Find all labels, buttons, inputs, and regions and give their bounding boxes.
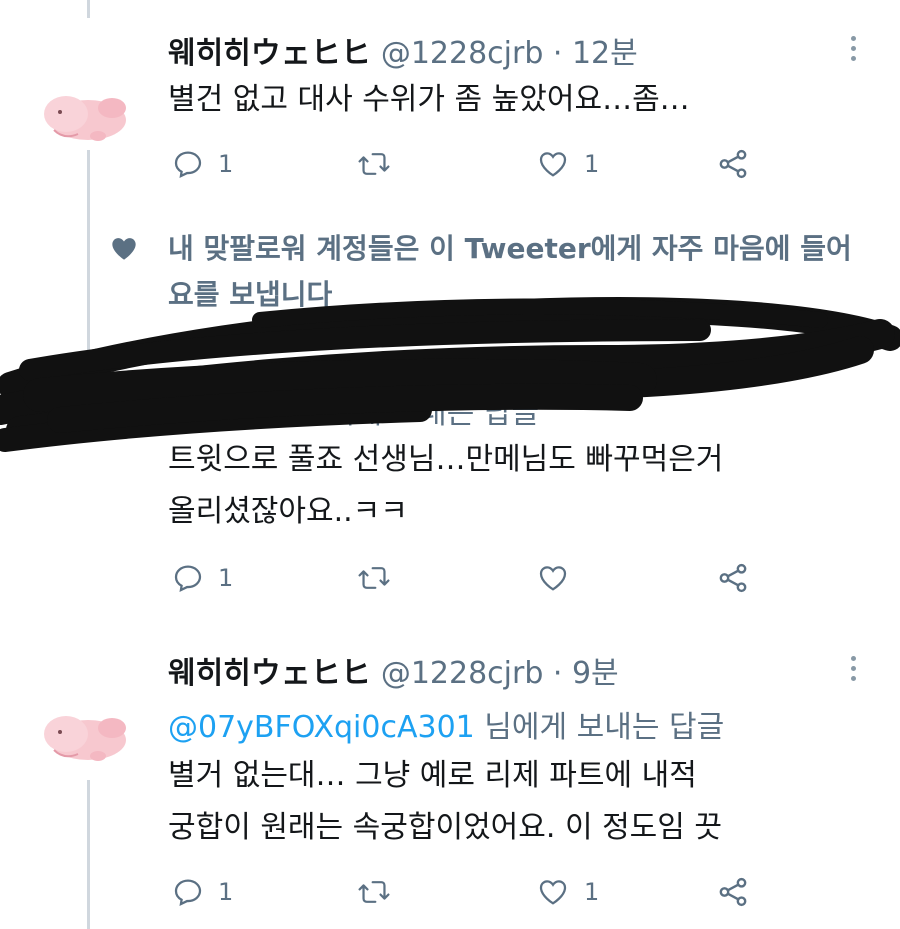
share-icon xyxy=(719,877,747,907)
like-icon xyxy=(539,880,567,905)
like-count: 1 xyxy=(584,878,600,906)
heart-icon xyxy=(110,235,138,265)
tweet-actions: 1 xyxy=(0,558,900,598)
reply-button[interactable]: 1 xyxy=(172,144,233,184)
share-button[interactable] xyxy=(716,144,750,184)
like-button[interactable]: 1 xyxy=(536,872,599,912)
redaction-scribble xyxy=(0,297,900,452)
avatar[interactable] xyxy=(38,86,134,146)
reply-mention-link[interactable]: @07yBFOXqi0cA301 xyxy=(168,710,475,745)
thread-line xyxy=(87,0,90,18)
share-icon xyxy=(719,149,747,179)
tweet-text: 궁합이 원래는 속궁합이었어요. 이 정도임 끗 xyxy=(168,810,723,845)
reply-count: 1 xyxy=(218,878,234,906)
reply-count: 1 xyxy=(218,150,234,178)
handle-time: @1228cjrb · 9분 xyxy=(380,656,619,691)
reply-suffix: 님에게 보내는 답글 xyxy=(474,710,725,745)
retweet-icon xyxy=(358,567,390,589)
share-icon xyxy=(719,563,747,593)
avatar[interactable] xyxy=(38,706,134,766)
display-name[interactable]: 웨히히ウェヒヒ xyxy=(168,656,371,691)
reply-icon xyxy=(174,151,202,178)
tweet-actions: 1 1 xyxy=(0,872,900,912)
tweet-text: 별거 없는대… 그냥 예로 리제 파트에 내적 xyxy=(168,758,697,793)
like-icon xyxy=(539,566,567,591)
retweet-icon xyxy=(358,881,390,903)
reply-button[interactable]: 1 xyxy=(172,558,233,598)
share-button[interactable] xyxy=(716,558,750,598)
reply-to: @07yBFOXqi0cA301 님에게 보내는 답글 xyxy=(168,702,724,746)
like-button[interactable] xyxy=(536,558,584,598)
tweet-actions: 1 1 xyxy=(0,144,900,184)
more-icon[interactable] xyxy=(848,656,858,686)
like-count: 1 xyxy=(584,150,600,178)
tweet-text: 별건 없고 대사 수위가 좀 높았어요…좀… xyxy=(168,82,690,117)
retweet-button[interactable] xyxy=(357,558,391,598)
reply-count: 1 xyxy=(218,564,234,592)
tweet-header: 웨히히ウェヒヒ @1228cjrb · 12분 xyxy=(168,28,638,72)
retweet-icon xyxy=(358,153,390,175)
more-icon[interactable] xyxy=(848,36,858,66)
retweet-button[interactable] xyxy=(357,872,391,912)
reply-icon xyxy=(174,879,202,906)
like-icon xyxy=(539,152,567,177)
like-button[interactable]: 1 xyxy=(536,144,599,184)
reply-button[interactable]: 1 xyxy=(172,872,233,912)
share-button[interactable] xyxy=(716,872,750,912)
reply-icon xyxy=(174,565,202,592)
handle-time: @1228cjrb · 12분 xyxy=(380,36,638,71)
tweet-text: 올리셨잖아요..ㅋㅋ xyxy=(168,494,408,529)
display-name[interactable]: 웨히히ウェヒヒ xyxy=(168,36,371,71)
tweet-header: 웨히히ウェヒヒ @1228cjrb · 9분 xyxy=(168,648,619,692)
retweet-button[interactable] xyxy=(357,144,391,184)
